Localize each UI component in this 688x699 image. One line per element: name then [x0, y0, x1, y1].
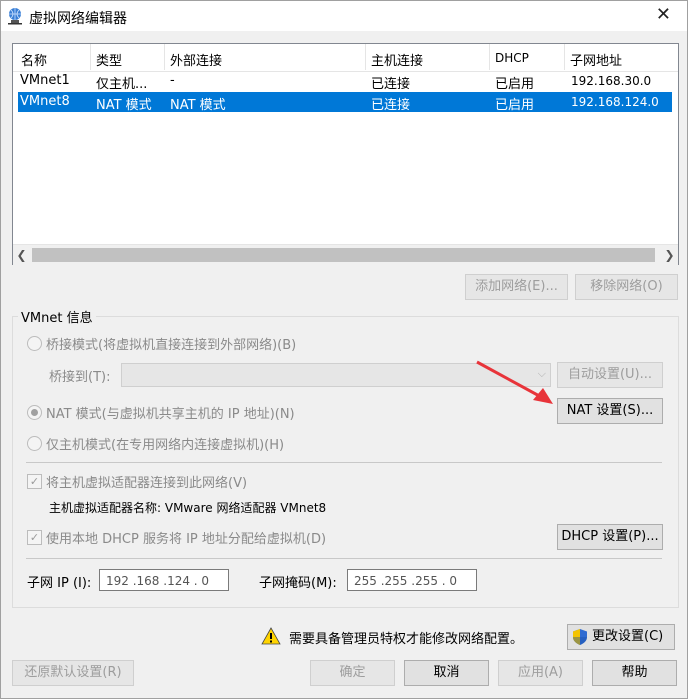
subnet-mask-field[interactable]: 255 .255 .255 . 0 [347, 569, 477, 591]
cancel-button[interactable]: 取消 [404, 660, 489, 686]
cell-subnet: 192.168.30.0 [571, 74, 652, 88]
nat-settings-button[interactable]: NAT 设置(S)... [557, 398, 663, 424]
column-divider [90, 44, 91, 70]
bridge-to-label: 桥接到(T): [49, 370, 111, 385]
column-header-dhcp[interactable]: DHCP [495, 51, 529, 65]
ok-button[interactable]: 确定 [310, 660, 395, 686]
table-row-vmnet8[interactable]: VMnet8 NAT 模式 NAT 模式 已连接 已启用 192.168.124… [18, 92, 672, 113]
host-only-label: 仅主机模式(在专用网络内连接虚拟机)(H) [46, 438, 285, 453]
change-settings-button[interactable]: 更改设置(C) [567, 624, 675, 650]
nat-mode-radio[interactable] [27, 405, 42, 420]
adapter-name-text: 主机虚拟适配器名称: VMware 网络适配器 VMnet8 [49, 501, 327, 515]
subnet-ip-field[interactable]: 192 .168 .124 . 0 [99, 569, 229, 591]
cell-name: VMnet8 [20, 94, 70, 109]
cell-subnet: 192.168.124.0 [571, 95, 659, 109]
table-row-vmnet1[interactable]: VMnet1 仅主机... - 已连接 已启用 192.168.30.0 [18, 71, 672, 92]
connect-adapter-label: 将主机虚拟适配器连接到此网络(V) [46, 476, 248, 491]
scroll-right-icon[interactable]: ❯ [661, 246, 678, 264]
divider [26, 462, 662, 463]
title-bar: 虚拟网络编辑器 ✕ [1, 1, 687, 31]
subnet-ip-label: 子网 IP (I): [27, 576, 92, 591]
bridge-mode-radio[interactable] [27, 336, 42, 351]
admin-notice-text: 需要具备管理员特权才能修改网络配置。 [289, 632, 524, 647]
scrollbar-thumb[interactable] [32, 248, 655, 262]
help-button[interactable]: 帮助 [592, 660, 677, 686]
shield-icon [573, 629, 587, 645]
network-table[interactable]: 名称 类型 外部连接 主机连接 DHCP 子网地址 VMnet1 仅主机... … [12, 43, 679, 265]
apply-button[interactable]: 应用(A) [498, 660, 583, 686]
use-dhcp-label: 使用本地 DHCP 服务将 IP 地址分配给虚拟机(D) [46, 532, 327, 547]
cell-host: 已连接 [371, 98, 411, 113]
cell-type: NAT 模式 [96, 98, 152, 113]
change-settings-label: 更改设置(C) [592, 629, 664, 644]
close-icon[interactable]: ✕ [656, 6, 671, 24]
bridge-mode-label: 桥接模式(将虚拟机直接连接到外部网络)(B) [46, 338, 297, 353]
cell-dhcp: 已启用 [495, 98, 535, 113]
column-header-external[interactable]: 外部连接 [170, 50, 222, 69]
add-network-button[interactable]: 添加网络(E)... [465, 274, 568, 300]
horizontal-scrollbar[interactable]: ❮ ❯ [13, 244, 678, 265]
column-header-subnet[interactable]: 子网地址 [570, 50, 622, 69]
window-title: 虚拟网络编辑器 [29, 11, 127, 27]
cell-name: VMnet1 [20, 73, 70, 88]
connect-adapter-checkbox[interactable]: ✓ [27, 474, 42, 489]
auto-settings-button[interactable]: 自动设置(U)... [557, 362, 663, 388]
warning-icon [261, 627, 281, 645]
divider [26, 558, 662, 559]
subnet-mask-label: 子网掩码(M): [259, 576, 337, 591]
cell-host: 已连接 [371, 77, 411, 92]
remove-network-button[interactable]: 移除网络(O) [575, 274, 678, 300]
table-header: 名称 类型 外部连接 主机连接 DHCP 子网地址 [13, 44, 678, 72]
use-dhcp-checkbox[interactable]: ✓ [27, 530, 42, 545]
red-arrow-icon [476, 360, 553, 404]
dhcp-settings-button[interactable]: DHCP 设置(P)... [557, 524, 663, 550]
vmnet-info-label: VMnet 信息 [18, 307, 96, 326]
column-header-type[interactable]: 类型 [96, 50, 122, 69]
column-divider [564, 44, 565, 70]
cell-external: NAT 模式 [170, 98, 226, 113]
column-divider [489, 44, 490, 70]
cell-external: - [170, 73, 175, 88]
restore-defaults-button[interactable]: 还原默认设置(R) [12, 660, 134, 686]
column-header-host[interactable]: 主机连接 [371, 50, 423, 69]
network-globe-icon [8, 8, 22, 25]
host-only-radio[interactable] [27, 436, 42, 451]
cell-dhcp: 已启用 [495, 77, 535, 92]
column-divider [164, 44, 165, 70]
nat-mode-label: NAT 模式(与虚拟机共享主机的 IP 地址)(N) [46, 407, 295, 422]
column-header-name[interactable]: 名称 [21, 50, 47, 69]
virtual-network-editor-window: 虚拟网络编辑器 ✕ 名称 类型 外部连接 主机连接 DHCP 子网地址 VMne… [0, 0, 688, 699]
scroll-left-icon[interactable]: ❮ [13, 246, 30, 264]
cell-type: 仅主机... [96, 77, 148, 92]
column-divider [365, 44, 366, 70]
